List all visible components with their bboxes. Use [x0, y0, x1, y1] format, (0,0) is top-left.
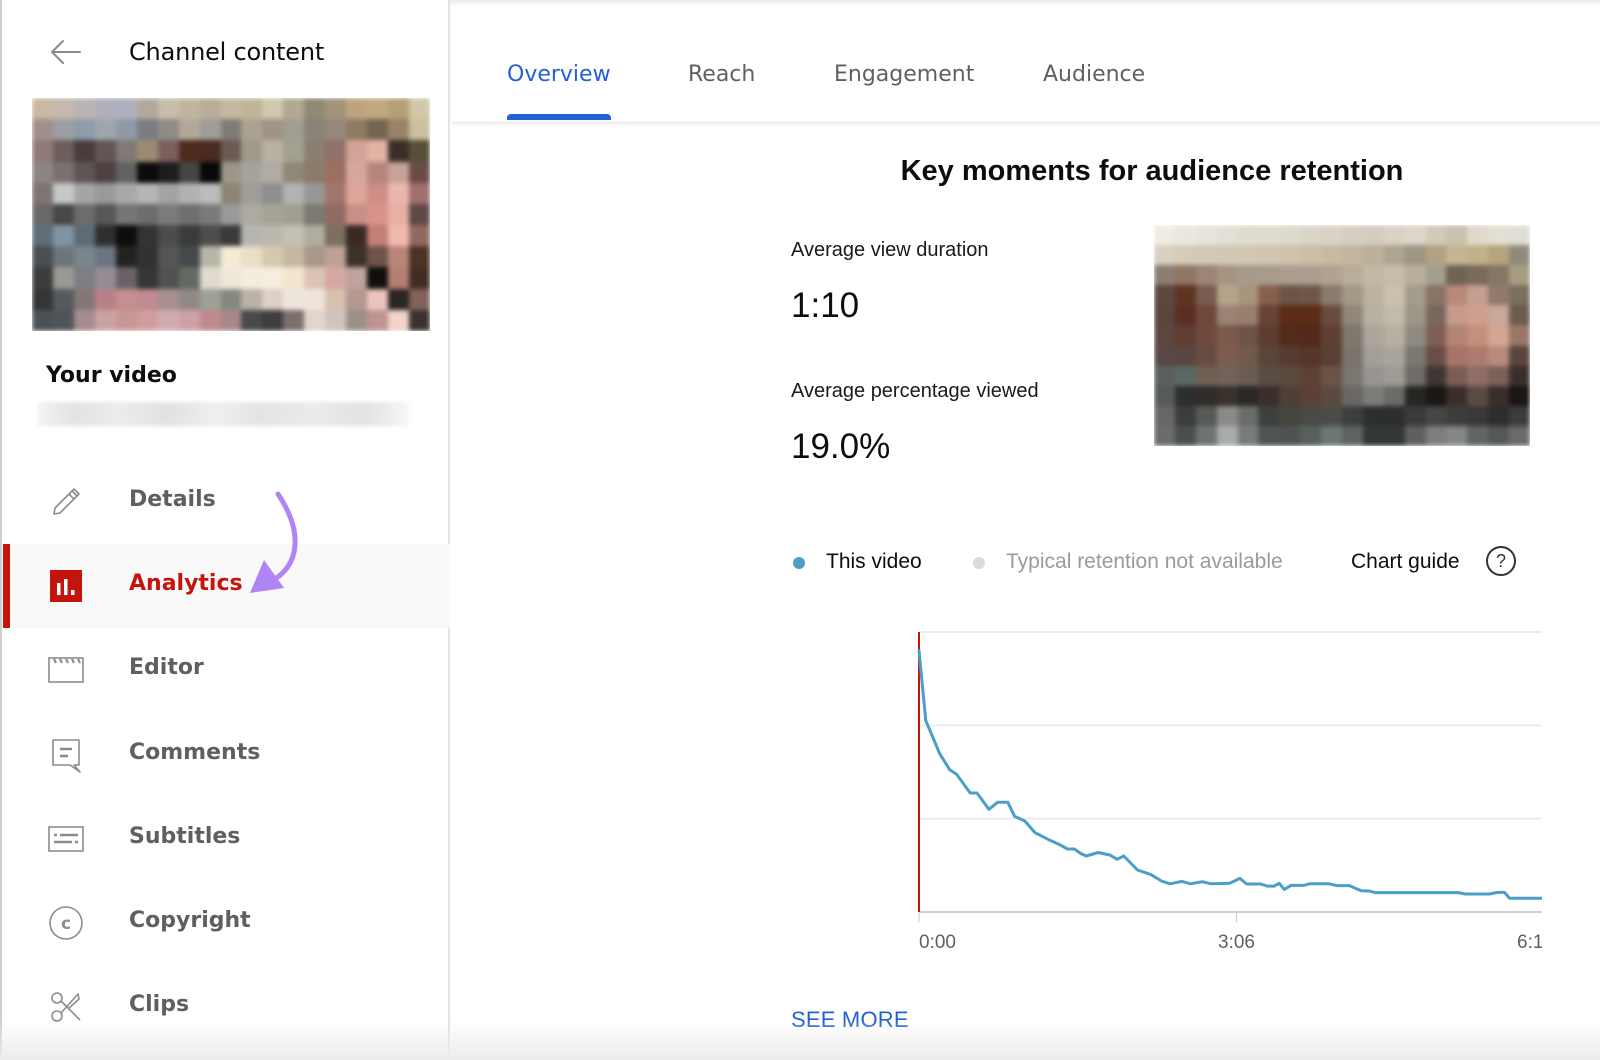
back-button[interactable] — [46, 36, 86, 68]
chart-guide-link[interactable]: Chart guide — [1351, 550, 1460, 574]
sidebar-item-comments[interactable]: Comments — [2, 713, 450, 797]
analytics-bar-chart-icon — [50, 570, 82, 602]
legend-dot-this-video — [793, 557, 805, 569]
video-thumbnail[interactable] — [32, 98, 430, 331]
tab-audience[interactable]: Audience — [1043, 62, 1145, 122]
sidebar-item-label: Clips — [129, 992, 190, 1017]
clapperboard-icon — [48, 657, 84, 683]
legend-dot-typical — [973, 557, 985, 569]
sidebar-title: Channel content — [129, 38, 325, 66]
metric-label-avg-percentage-viewed: Average percentage viewed — [791, 380, 1039, 402]
sidebar-item-copyright[interactable]: c Copyright — [2, 881, 450, 965]
x-tick-label: 6:12 — [1517, 932, 1542, 950]
tab-label: Reach — [688, 62, 756, 87]
legend-label-typical: Typical retention not available — [1006, 550, 1283, 573]
series-line-this-video — [917, 649, 1556, 900]
sidebar-item-label: Copyright — [129, 908, 251, 933]
video-title-redacted — [38, 402, 408, 426]
sidebar-item-clips[interactable]: Clips — [2, 965, 450, 1049]
copyright-icon: c — [49, 906, 83, 940]
tab-reach[interactable]: Reach — [688, 62, 755, 122]
sidebar-item-label: Comments — [129, 740, 261, 765]
sidebar-item-analytics[interactable]: Analytics — [2, 544, 450, 628]
tab-label: Engagement — [834, 62, 975, 87]
your-video-label: Your video — [46, 363, 177, 388]
sidebar-item-subtitles[interactable]: Subtitles — [2, 797, 450, 881]
video-thumbnail-image — [32, 98, 430, 331]
help-icon[interactable]: ? — [1486, 546, 1516, 576]
sidebar-item-label: Editor — [129, 655, 204, 680]
sidebar-item-details[interactable]: Details — [2, 460, 450, 544]
subtitles-icon — [48, 826, 84, 852]
retention-chart-svg: 0%40%80%120%0:003:066:12 — [917, 623, 1600, 953]
arrow-left-icon — [51, 40, 81, 64]
sidebar-item-label: Analytics — [129, 571, 243, 596]
tab-label: Audience — [1043, 62, 1146, 87]
sidebar-item-label: Details — [129, 487, 216, 512]
scissors-icon — [51, 992, 81, 1022]
metric-value-avg-view-duration: 1:10 — [791, 286, 860, 325]
x-tick-label: 3:06 — [1218, 932, 1255, 950]
card-title: Key moments for audience retention — [900, 155, 1404, 187]
main-content: Overview Reach Engagement Audience Key m… — [452, 0, 1600, 1060]
tab-engagement[interactable]: Engagement — [834, 62, 974, 122]
active-indicator — [3, 544, 10, 628]
sidebar-item-editor[interactable]: Editor — [2, 628, 450, 712]
svg-text:c: c — [61, 914, 71, 934]
key-moment-thumbnail[interactable] — [1154, 225, 1530, 446]
legend-label-this-video: This video — [826, 550, 922, 573]
tab-bar: Overview Reach Engagement Audience — [452, 0, 1600, 123]
metric-label-avg-view-duration: Average view duration — [791, 239, 989, 261]
x-tick-label: 0:00 — [919, 932, 956, 950]
see-more-link[interactable]: SEE MORE — [791, 1007, 909, 1033]
pencil-icon — [53, 488, 80, 515]
active-tab-underline — [507, 114, 611, 120]
tab-overview[interactable]: Overview — [507, 62, 611, 122]
sidebar-item-label: Subtitles — [129, 824, 241, 849]
comment-icon — [52, 739, 81, 773]
retention-chart: 0%40%80%120%0:003:066:12 — [782, 610, 1600, 953]
metric-value-avg-percentage-viewed: 19.0% — [791, 427, 891, 466]
tab-label: Overview — [507, 62, 611, 87]
sidebar: Channel content Your video Details Analy… — [2, 0, 450, 1060]
chart-legend: This video Typical retention not availab… — [791, 546, 1516, 578]
key-moment-thumbnail-image — [1154, 225, 1530, 446]
sidebar-header: Channel content — [2, 28, 448, 76]
